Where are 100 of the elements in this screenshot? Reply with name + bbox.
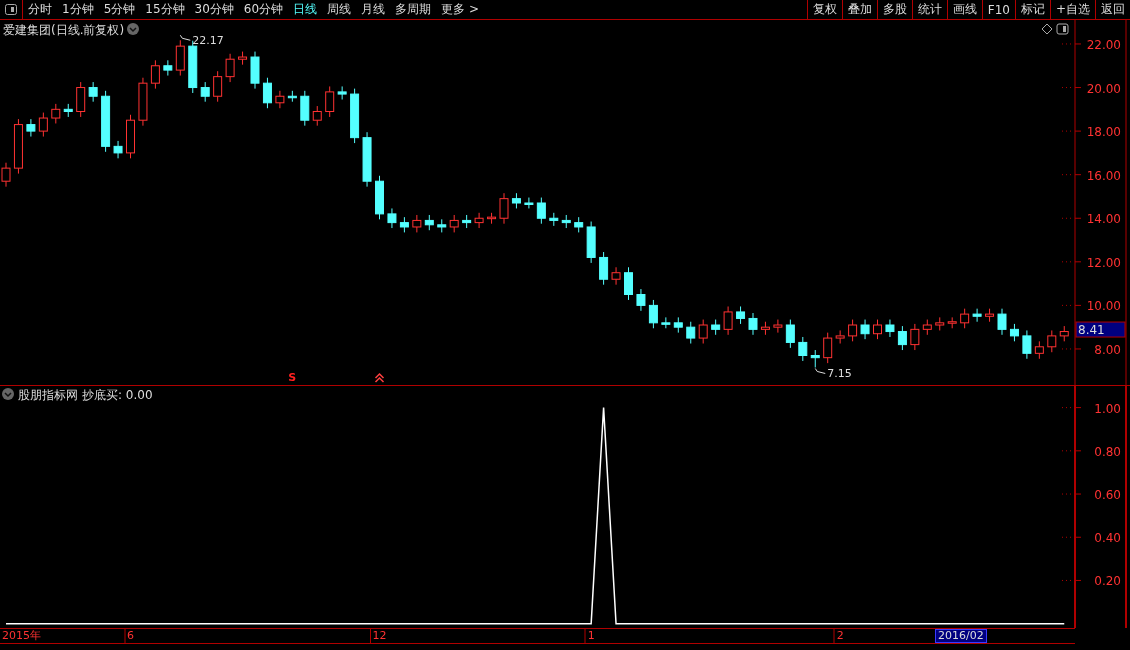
candlestick bbox=[922, 319, 932, 336]
period-tab[interactable]: 月线 bbox=[356, 0, 391, 19]
candlestick bbox=[200, 81, 210, 103]
candlestick bbox=[810, 349, 820, 368]
candlestick bbox=[910, 323, 920, 351]
date-label: 1 bbox=[587, 629, 595, 643]
candlestick bbox=[985, 308, 995, 323]
panel-toggle-icon[interactable] bbox=[1056, 23, 1069, 35]
candlestick bbox=[449, 214, 459, 233]
candlestick bbox=[1022, 329, 1032, 360]
candlestick bbox=[101, 90, 111, 153]
candlestick bbox=[935, 316, 945, 331]
candlestick bbox=[611, 266, 621, 286]
candlestick bbox=[511, 192, 521, 209]
candlestick bbox=[138, 77, 148, 127]
candlestick bbox=[175, 39, 185, 77]
period-tab[interactable]: 30分钟 bbox=[189, 0, 239, 19]
candlestick bbox=[163, 59, 173, 77]
candlestick bbox=[648, 299, 658, 329]
candlestick bbox=[387, 207, 397, 229]
candlestick bbox=[275, 90, 285, 109]
candlestick bbox=[848, 319, 858, 342]
candlestick bbox=[1034, 340, 1044, 360]
candlestick bbox=[38, 112, 48, 138]
candlestick bbox=[337, 85, 347, 100]
date-label: 12 bbox=[372, 629, 387, 643]
candlestick bbox=[399, 216, 409, 233]
candlestick bbox=[636, 288, 646, 312]
candlestick bbox=[13, 118, 23, 175]
candlestick bbox=[325, 85, 335, 118]
candlestick bbox=[624, 266, 633, 301]
period-tab[interactable]: 多周期 bbox=[390, 0, 437, 19]
indicator-reading: 抄底买: 0.00 bbox=[82, 388, 153, 402]
candlestick bbox=[312, 105, 322, 127]
period-tab[interactable]: 1分钟 bbox=[57, 0, 99, 19]
candlestick bbox=[250, 51, 260, 90]
candlestick bbox=[873, 319, 882, 340]
period-tab[interactable]: 15分钟 bbox=[140, 0, 190, 19]
candlestick bbox=[225, 53, 235, 83]
last-price-label: 8.41 bbox=[1075, 321, 1126, 338]
candlestick bbox=[362, 131, 372, 188]
candlestick bbox=[499, 192, 509, 225]
candlestick bbox=[474, 212, 484, 229]
stock-title: 爱建集团(日线.前复权) bbox=[3, 23, 125, 37]
candlestick bbox=[698, 319, 708, 344]
candlestick bbox=[760, 321, 770, 336]
candlestick bbox=[126, 114, 135, 159]
period-tab[interactable]: 60分钟 bbox=[238, 0, 289, 19]
candlestick bbox=[860, 319, 870, 340]
candlestick bbox=[960, 308, 970, 329]
dropdown-icon[interactable] bbox=[127, 23, 139, 35]
candlestick bbox=[424, 214, 434, 231]
candlestick bbox=[723, 306, 733, 336]
price-annotation: 22.17 bbox=[179, 34, 224, 48]
candlestick bbox=[599, 251, 609, 286]
candlestick bbox=[586, 221, 596, 264]
candlestick bbox=[150, 59, 160, 90]
axis-label: 18.00 bbox=[1086, 125, 1121, 140]
candlestick bbox=[51, 103, 61, 124]
candlestick bbox=[823, 332, 833, 364]
candlestick bbox=[238, 51, 248, 66]
candlestick bbox=[63, 103, 73, 118]
axis-label: 0.20 bbox=[1094, 574, 1121, 589]
axis-label: 16.00 bbox=[1086, 168, 1121, 183]
axis-label: 12.00 bbox=[1086, 255, 1121, 270]
annotation: 7.15 bbox=[827, 367, 852, 381]
candlestick bbox=[673, 316, 683, 334]
candlestick bbox=[1047, 329, 1057, 353]
candlestick bbox=[462, 214, 472, 229]
candlestick bbox=[26, 118, 36, 138]
indicator-name: 股朋指标网 bbox=[18, 388, 78, 402]
candlestick bbox=[1009, 323, 1019, 342]
axis-label: 14.00 bbox=[1086, 212, 1121, 227]
candlestick bbox=[549, 212, 559, 227]
axis-label: 10.00 bbox=[1086, 299, 1121, 314]
candlestick bbox=[574, 216, 584, 233]
candlestick bbox=[1059, 325, 1069, 342]
period-tab[interactable]: 5分钟 bbox=[98, 0, 141, 19]
collapse-icon[interactable] bbox=[2, 388, 14, 400]
candlestick bbox=[561, 214, 571, 229]
period-tab[interactable]: 日线 bbox=[288, 0, 323, 19]
candlestick bbox=[773, 319, 783, 334]
double-arrow-icon bbox=[374, 372, 385, 383]
price-annotation: 7.15 bbox=[814, 367, 852, 381]
diamond-icon[interactable] bbox=[1041, 23, 1053, 35]
panel-toggle-icon[interactable] bbox=[5, 4, 17, 15]
candlestick bbox=[113, 140, 123, 159]
candlestick bbox=[536, 197, 546, 225]
candlestick bbox=[835, 329, 845, 344]
date-label: 6 bbox=[127, 629, 134, 643]
candlestick bbox=[997, 308, 1007, 336]
candlestick bbox=[88, 81, 98, 103]
period-tab[interactable]: 更多 > bbox=[436, 0, 484, 19]
candlestick bbox=[213, 70, 223, 103]
period-tab[interactable]: 分时 bbox=[23, 0, 57, 19]
candlestick bbox=[661, 316, 671, 329]
period-tab[interactable]: 周线 bbox=[322, 0, 357, 19]
axis-label: 20.00 bbox=[1086, 81, 1121, 96]
candlestick bbox=[487, 212, 497, 225]
candlestick bbox=[76, 81, 86, 118]
